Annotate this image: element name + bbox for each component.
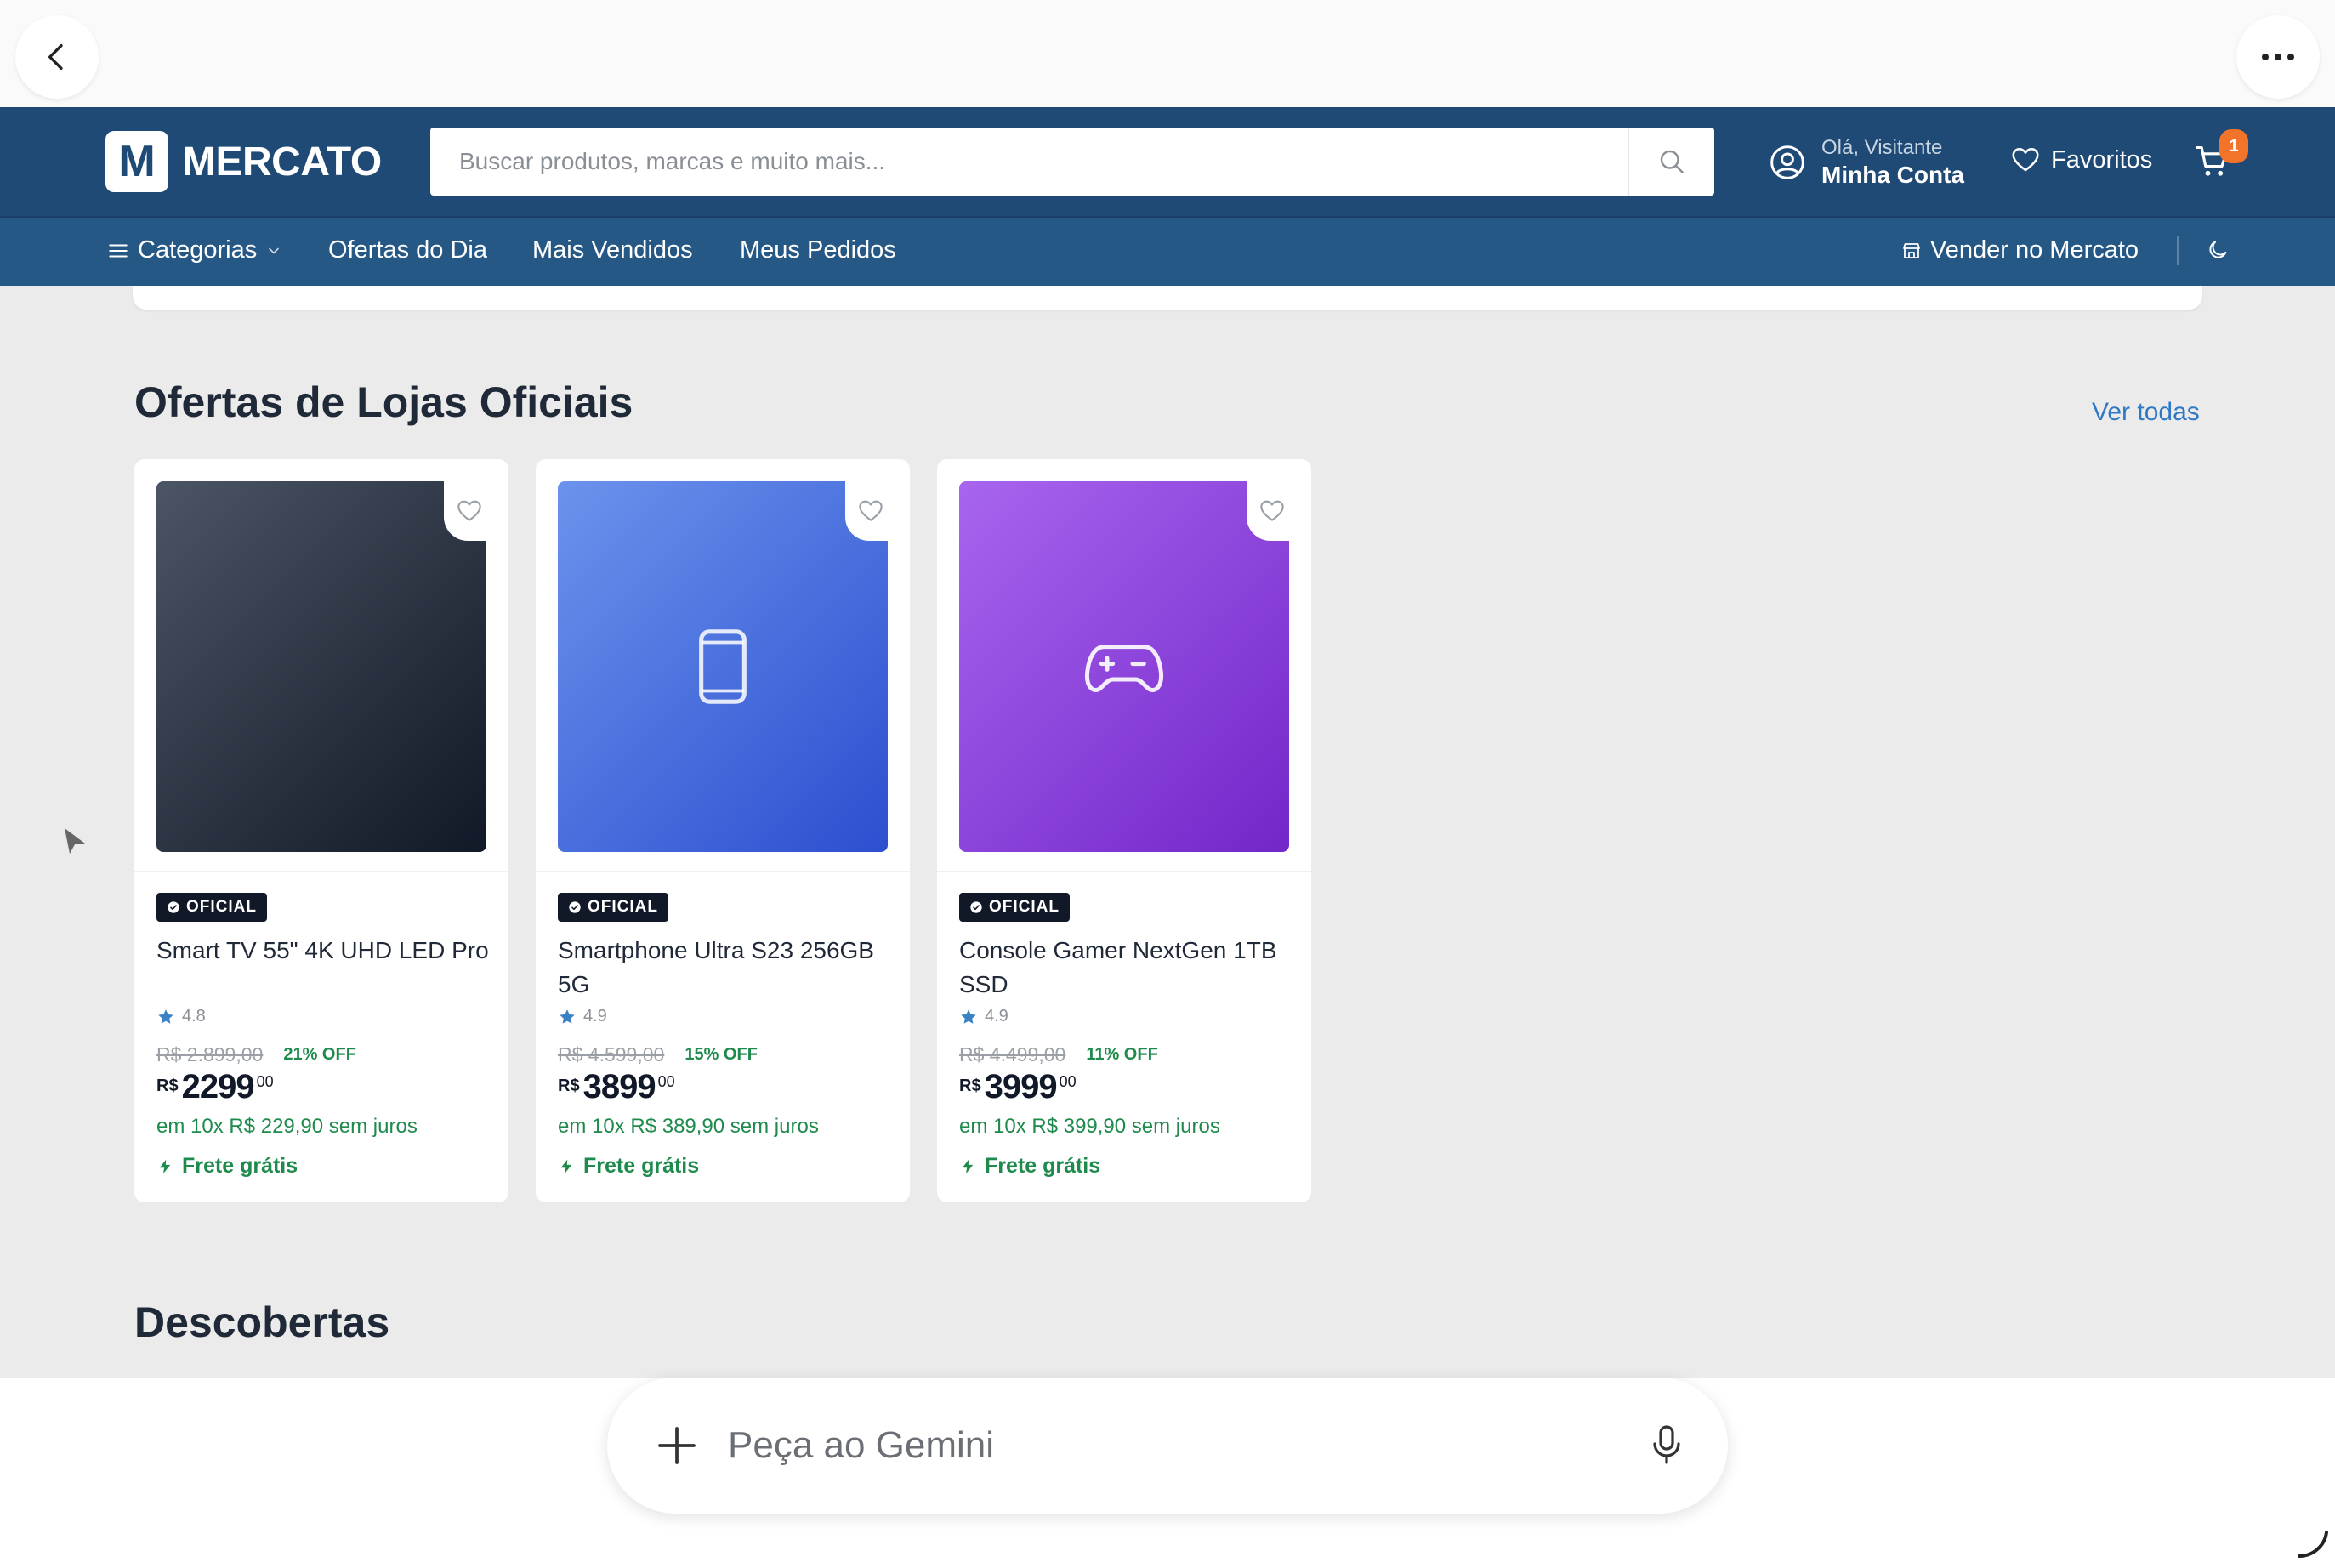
chevron-down-icon	[269, 247, 280, 253]
voice-input-button[interactable]	[1646, 1423, 1687, 1472]
discount-label: 21% OFF	[283, 1045, 356, 1064]
cart-count-badge: 1	[2219, 129, 2248, 163]
product-name[interactable]: Smartphone Ultra S23 256GB 5G	[558, 934, 898, 1002]
free-shipping: Frete grátis	[156, 1154, 497, 1179]
moon-icon	[2209, 241, 2227, 258]
favorite-toggle-button[interactable]	[444, 481, 491, 541]
main-nav: Categorias Ofertas do Dia Mais Vendidos …	[0, 216, 2335, 286]
browser-top-bar	[0, 0, 2335, 107]
chevron-left-icon	[48, 44, 63, 71]
more-options-button[interactable]	[2236, 15, 2320, 99]
product-name[interactable]: Smart TV 55" 4K UHD LED Pro	[156, 934, 497, 1002]
search-icon	[1660, 150, 1684, 173]
nav-divider	[2177, 236, 2179, 265]
current-price: R$ 3999 00	[959, 1068, 1077, 1105]
current-price: R$ 3899 00	[558, 1068, 675, 1105]
old-price: R$ 2.899,00	[156, 1043, 264, 1065]
favorites-label: Favoritos	[2051, 145, 2153, 173]
smartphone-icon	[699, 629, 747, 704]
plus-icon	[658, 1427, 696, 1464]
product-rating: 4.8	[156, 1007, 497, 1026]
site-header: M MERCATO Olá, Visitante Minha Conta Fav…	[0, 107, 2335, 216]
see-all-link[interactable]: Ver todas	[2092, 398, 2200, 427]
check-badge-icon	[970, 901, 982, 913]
star-icon	[158, 1008, 173, 1024]
resize-handle-icon[interactable]	[2296, 1525, 2330, 1559]
store-icon	[1903, 242, 1920, 258]
menu-icon	[109, 244, 128, 257]
user-circle-icon	[1770, 145, 1804, 179]
nav-best-sellers[interactable]: Mais Vendidos	[532, 236, 693, 264]
search-bar	[430, 128, 1714, 196]
installments: em 10x R$ 229,90 sem juros	[156, 1115, 418, 1138]
current-price: R$ 2299 00	[156, 1068, 274, 1105]
logo-text: MERCATO	[182, 139, 382, 185]
heart-icon	[457, 500, 481, 521]
gemini-prompt-bar	[607, 1378, 1728, 1514]
favorites-link[interactable]: Favoritos	[2010, 145, 2152, 175]
nav-categories[interactable]: Categorias	[107, 236, 282, 264]
old-price: R$ 4.499,00	[959, 1043, 1066, 1065]
product-rating: 4.9	[558, 1007, 898, 1026]
logo-mark: M	[105, 131, 168, 192]
dark-mode-toggle[interactable]	[2206, 238, 2230, 262]
product-card[interactable]: OFICIAL Smartphone Ultra S23 256GB 5G 4.…	[536, 459, 910, 1202]
account-label: Minha Conta	[1821, 162, 1964, 188]
installments: em 10x R$ 399,90 sem juros	[959, 1115, 1220, 1138]
microphone-icon	[1653, 1425, 1680, 1464]
favorite-toggle-button[interactable]	[845, 481, 893, 541]
official-badge: OFICIAL	[959, 893, 1070, 922]
previous-section-card	[133, 286, 2202, 310]
heart-icon	[2012, 147, 2039, 172]
search-button[interactable]	[1628, 128, 1714, 196]
add-attachment-button[interactable]	[651, 1420, 702, 1475]
product-image	[558, 481, 888, 852]
nav-deals[interactable]: Ofertas do Dia	[328, 236, 487, 264]
official-stores-title: Ofertas de Lojas Oficiais	[134, 378, 633, 426]
free-shipping: Frete grátis	[558, 1154, 898, 1179]
check-badge-icon	[569, 901, 581, 913]
product-image	[156, 481, 486, 852]
favorite-toggle-button[interactable]	[1247, 481, 1294, 541]
official-badge: OFICIAL	[558, 893, 668, 922]
logo[interactable]: M MERCATO	[105, 131, 382, 192]
product-rating: 4.9	[959, 1007, 1299, 1026]
product-card[interactable]: OFICIAL Console Gamer NextGen 1TB SSD 4.…	[937, 459, 1311, 1202]
gemini-prompt-input[interactable]	[728, 1420, 1578, 1471]
nav-sell-label: Vender no Mercato	[1930, 236, 2139, 264]
star-icon	[560, 1008, 575, 1024]
nav-categories-label: Categorias	[138, 236, 258, 264]
lightning-icon	[159, 1159, 171, 1173]
back-button[interactable]	[15, 15, 99, 99]
official-badge: OFICIAL	[156, 893, 267, 922]
old-price: R$ 4.599,00	[558, 1043, 665, 1065]
discount-label: 11% OFF	[1086, 1045, 1158, 1064]
more-dots-icon	[2262, 54, 2294, 60]
account-greeting: Olá, Visitante	[1821, 136, 1943, 159]
installments: em 10x R$ 389,90 sem juros	[558, 1115, 819, 1138]
mouse-cursor-icon	[65, 828, 85, 854]
gamepad-icon	[1084, 645, 1164, 692]
free-shipping: Frete grátis	[959, 1154, 1299, 1179]
search-input[interactable]	[430, 128, 1628, 196]
nav-orders[interactable]: Meus Pedidos	[740, 236, 896, 264]
check-badge-icon	[168, 901, 179, 913]
product-card[interactable]: OFICIAL Smart TV 55" 4K UHD LED Pro 4.8 …	[134, 459, 508, 1202]
cart-button[interactable]: 1	[2194, 129, 2248, 185]
discount-label: 15% OFF	[685, 1045, 758, 1064]
discoveries-title: Descobertas	[134, 1298, 390, 1346]
lightning-icon	[560, 1159, 572, 1173]
heart-icon	[1260, 500, 1284, 521]
nav-sell[interactable]: Vender no Mercato	[1901, 236, 2139, 264]
heart-icon	[859, 500, 883, 521]
product-image	[959, 481, 1289, 852]
star-icon	[961, 1008, 976, 1024]
lightning-icon	[962, 1159, 974, 1173]
account-menu[interactable]: Olá, Visitante Minha Conta	[1769, 136, 1964, 189]
product-name[interactable]: Console Gamer NextGen 1TB SSD	[959, 934, 1299, 1002]
